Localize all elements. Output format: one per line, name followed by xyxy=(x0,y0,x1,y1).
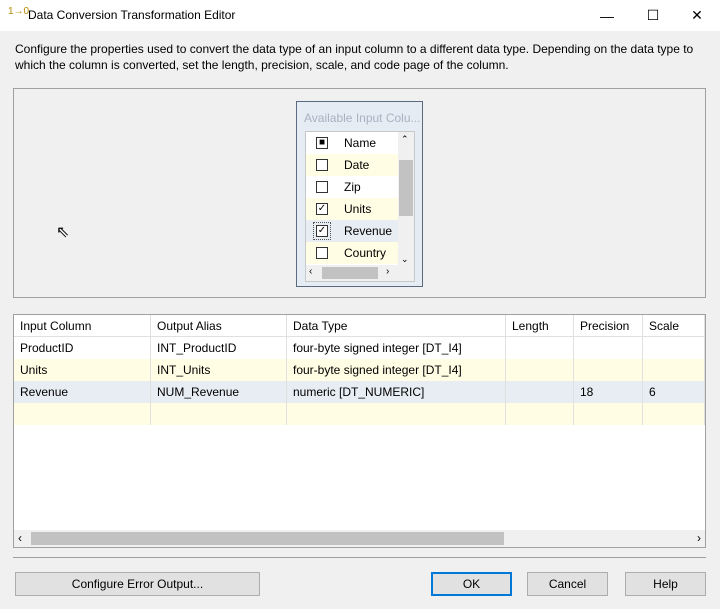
column-label: Date xyxy=(344,158,370,172)
cell-precision[interactable] xyxy=(574,337,643,359)
header-input-column[interactable]: Input Column xyxy=(14,315,151,337)
columns-box-title: Available Input Colu... xyxy=(304,111,421,125)
grid-horizontal-scrollbar[interactable]: ‹ › xyxy=(14,530,705,547)
cell-output-alias[interactable]: INT_Units xyxy=(151,359,287,381)
header-scale[interactable]: Scale xyxy=(643,315,705,337)
column-item-zip[interactable]: Zip xyxy=(306,176,400,198)
column-item-revenue[interactable]: ✓ Revenue xyxy=(306,220,400,242)
checkbox[interactable]: ✓ xyxy=(313,222,331,240)
scroll-left-icon[interactable]: ‹ xyxy=(18,531,22,545)
title-bar: 1→0 Data Conversion Transformation Edito… xyxy=(0,0,720,31)
cell-length[interactable] xyxy=(506,381,574,403)
cell-output-alias[interactable] xyxy=(151,403,287,425)
column-label: Units xyxy=(344,202,372,216)
grid-header: Input Column Output Alias Data Type Leng… xyxy=(14,315,705,337)
cell-data-type[interactable]: four-byte signed integer [DT_I4] xyxy=(287,337,506,359)
data-conversion-icon: 1→0 xyxy=(8,6,30,17)
cell-length[interactable] xyxy=(506,403,574,425)
scroll-thumb[interactable] xyxy=(322,267,378,279)
maximize-button[interactable]: ☐ xyxy=(630,0,676,31)
cell-input-column[interactable]: Revenue xyxy=(14,381,151,403)
select-all-row[interactable]: ■ Name xyxy=(306,132,400,154)
cell-data-type[interactable]: numeric [DT_NUMERIC] xyxy=(287,381,506,403)
cell-scale[interactable] xyxy=(643,403,705,425)
cell-output-alias[interactable]: NUM_Revenue xyxy=(151,381,287,403)
header-precision[interactable]: Precision xyxy=(574,315,643,337)
scroll-down-icon[interactable]: ⌄ xyxy=(401,254,409,265)
scroll-up-icon[interactable]: ⌃ xyxy=(401,134,409,145)
checkbox[interactable] xyxy=(316,181,328,193)
columns-list: ■ Name Date Zip ✓ Units ✓ Revenue Country ⌃… xyxy=(305,131,415,282)
cell-data-type[interactable] xyxy=(287,403,506,425)
cell-input-column[interactable]: ProductID xyxy=(14,337,151,359)
cell-input-column[interactable] xyxy=(14,403,151,425)
name-header: Name xyxy=(344,136,377,150)
minimize-button[interactable]: — xyxy=(584,0,630,31)
scroll-right-icon[interactable]: › xyxy=(697,531,701,545)
checkbox[interactable] xyxy=(316,247,328,259)
column-label: Zip xyxy=(344,180,361,194)
cell-input-column[interactable]: Units xyxy=(14,359,151,381)
horizontal-scrollbar[interactable]: ‹ › xyxy=(306,265,414,281)
select-all-checkbox[interactable]: ■ xyxy=(316,137,328,149)
header-length[interactable]: Length xyxy=(506,315,574,337)
table-row[interactable]: Units INT_Units four-byte signed integer [… xyxy=(14,359,705,381)
cell-length[interactable] xyxy=(506,337,574,359)
table-row[interactable]: Revenue NUM_Revenue numeric [DT_NUMERIC] 18… xyxy=(14,381,705,403)
scroll-thumb[interactable] xyxy=(399,160,413,216)
scroll-thumb[interactable] xyxy=(31,532,504,545)
column-label: Revenue xyxy=(344,224,393,238)
column-item-country[interactable]: Country xyxy=(306,242,400,264)
table-row[interactable] xyxy=(14,403,705,425)
cell-precision[interactable]: 18 xyxy=(574,381,643,403)
cell-scale[interactable] xyxy=(643,359,705,381)
vertical-scrollbar[interactable]: ⌃ ⌄ xyxy=(398,132,414,267)
divider xyxy=(13,557,706,558)
ok-button[interactable]: OK xyxy=(431,572,512,596)
cancel-button[interactable]: Cancel xyxy=(527,572,608,596)
configure-error-output-button[interactable]: Configure Error Output... xyxy=(15,572,260,596)
cell-scale[interactable]: 6 xyxy=(643,381,705,403)
table-row[interactable]: ProductID INT_ProductID four-byte signed i… xyxy=(14,337,705,359)
help-button[interactable]: Help xyxy=(625,572,706,596)
close-button[interactable]: ✕ xyxy=(674,0,720,31)
conversion-grid: Input Column Output Alias Data Type Leng… xyxy=(13,314,706,548)
checkbox[interactable] xyxy=(316,159,328,171)
window-title: Data Conversion Transformation Editor xyxy=(28,8,236,22)
available-input-columns-box: Available Input Colu... ■ Name Date Zip ✓… xyxy=(296,101,423,287)
mouse-cursor-icon: ⇖ xyxy=(56,224,70,241)
header-output-alias[interactable]: Output Alias xyxy=(151,315,287,337)
column-item-units[interactable]: ✓ Units xyxy=(306,198,400,220)
column-label: Country xyxy=(344,246,387,260)
cell-output-alias[interactable]: INT_ProductID xyxy=(151,337,287,359)
cell-scale[interactable] xyxy=(643,337,705,359)
scroll-right-icon[interactable]: › xyxy=(386,266,389,277)
cell-length[interactable] xyxy=(506,359,574,381)
cell-precision[interactable] xyxy=(574,359,643,381)
description: Configure the properties used to convert… xyxy=(15,42,694,72)
column-item-date[interactable]: Date xyxy=(306,154,400,176)
cell-precision[interactable] xyxy=(574,403,643,425)
header-data-type[interactable]: Data Type xyxy=(287,315,506,337)
checkbox[interactable]: ✓ xyxy=(316,203,328,215)
cell-data-type[interactable]: four-byte signed integer [DT_I4] xyxy=(287,359,506,381)
scroll-left-icon[interactable]: ‹ xyxy=(309,266,312,277)
